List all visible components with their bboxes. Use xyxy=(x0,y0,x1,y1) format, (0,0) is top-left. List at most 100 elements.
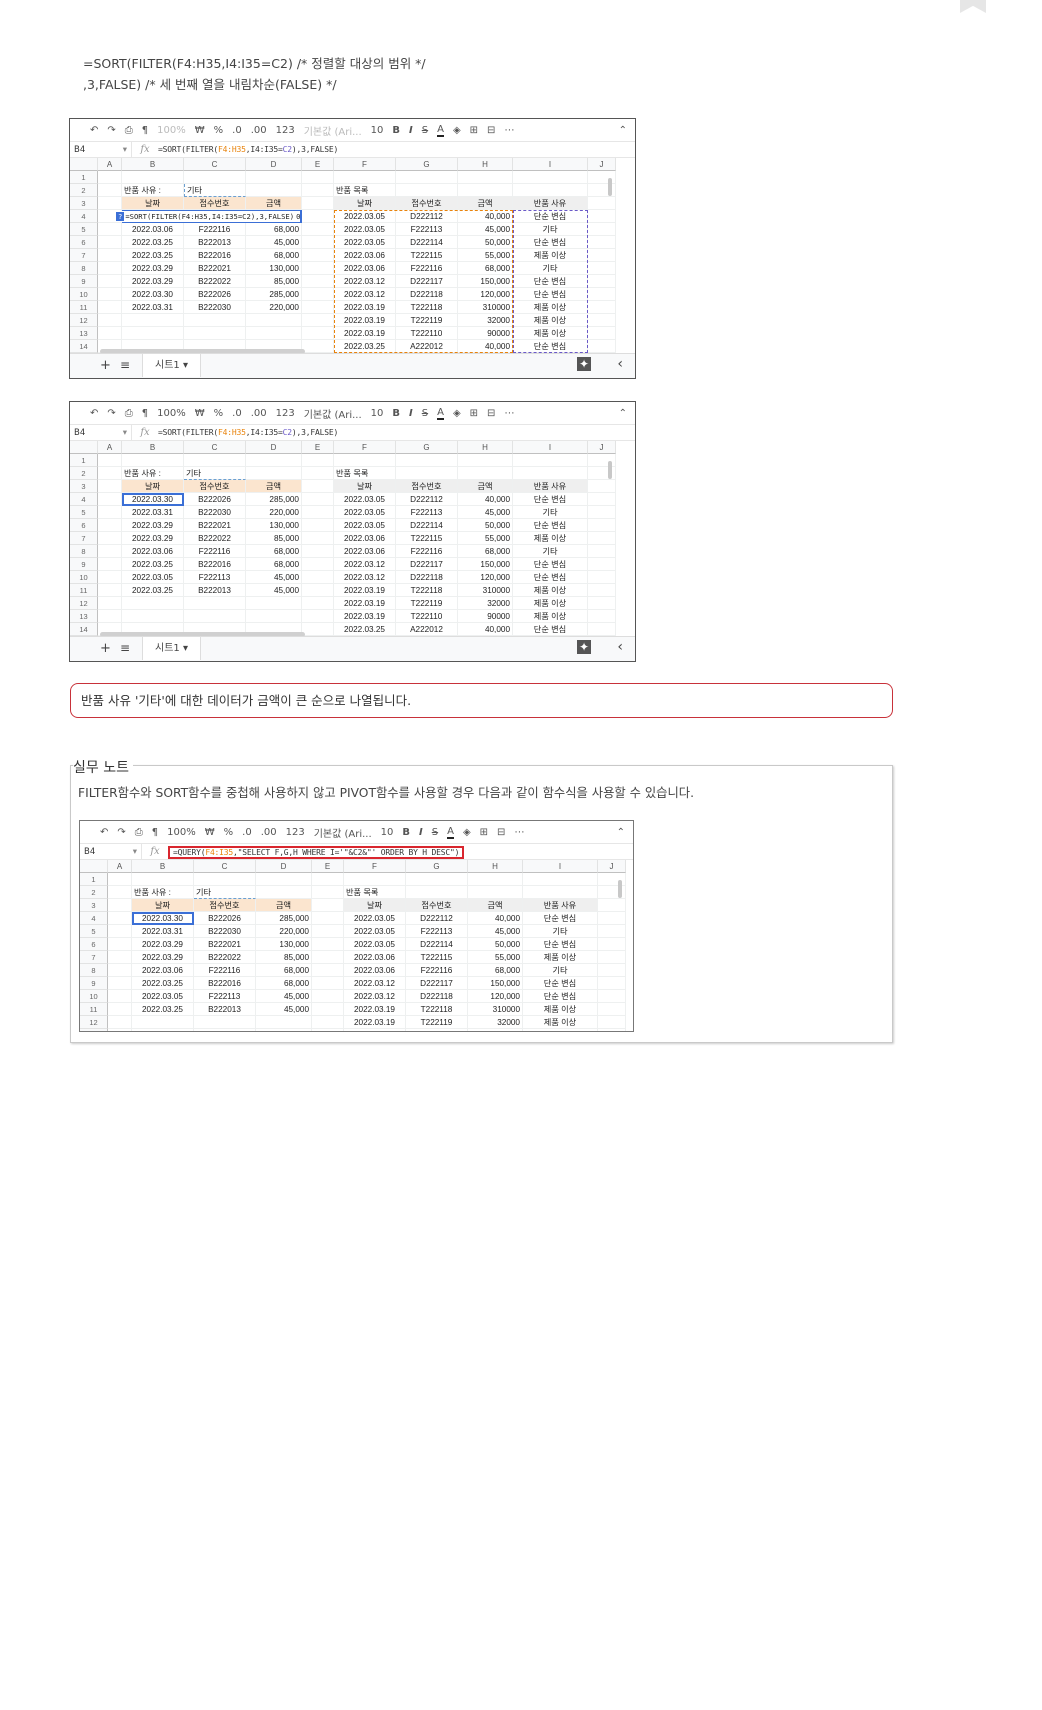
fill-color-icon[interactable]: ◈ xyxy=(453,125,461,136)
cell[interactable] xyxy=(588,314,616,327)
paint-format-icon[interactable]: ¶ xyxy=(142,408,148,419)
receipt-no-cell[interactable]: A222012 xyxy=(396,623,458,636)
receipt-no-cell[interactable]: T222115 xyxy=(406,951,468,964)
col-header[interactable]: C xyxy=(184,158,246,171)
cell[interactable] xyxy=(588,545,616,558)
date-cell[interactable]: 2022.03.19 xyxy=(344,1029,406,1031)
row-header[interactable]: 11 xyxy=(70,301,98,314)
cell[interactable] xyxy=(588,506,616,519)
cell[interactable] xyxy=(302,262,334,275)
fill-color-icon[interactable]: ◈ xyxy=(453,408,461,419)
cell[interactable] xyxy=(302,197,334,210)
row-header[interactable]: 5 xyxy=(80,925,108,938)
date-cell[interactable]: 2022.03.29 xyxy=(122,262,184,275)
amount-cell[interactable]: 45,000 xyxy=(468,925,523,938)
col-header[interactable]: E xyxy=(302,441,334,454)
row-header[interactable]: 11 xyxy=(80,1003,108,1016)
cell[interactable] xyxy=(588,610,616,623)
cell[interactable] xyxy=(588,584,616,597)
name-box[interactable]: B4 ▾ xyxy=(70,142,132,157)
row-header[interactable]: 2 xyxy=(80,886,108,899)
reason-label[interactable]: 반품 사유 : xyxy=(132,886,194,899)
bold-button[interactable]: B xyxy=(392,408,400,419)
font-size-select[interactable]: 10 xyxy=(371,125,384,136)
row-header[interactable]: 7 xyxy=(70,249,98,262)
receipt-no-cell[interactable]: D222112 xyxy=(406,912,468,925)
reason-cell[interactable]: 제품 이상 xyxy=(523,1029,598,1031)
row-header[interactable]: 7 xyxy=(70,532,98,545)
cell[interactable] xyxy=(246,610,302,623)
header-amount[interactable]: 금액 xyxy=(458,480,513,493)
cell[interactable] xyxy=(98,262,122,275)
font-size-select[interactable]: 10 xyxy=(381,827,394,838)
header-reason[interactable]: 반품 사유 xyxy=(523,899,598,912)
cell[interactable] xyxy=(312,964,344,977)
cell[interactable] xyxy=(98,171,122,184)
date-cell[interactable]: 2022.03.05 xyxy=(334,519,396,532)
header-date[interactable]: 날짜 xyxy=(334,197,396,210)
receipt-no-cell[interactable]: D222118 xyxy=(396,571,458,584)
explore-icon[interactable]: ✦ xyxy=(576,640,591,654)
receipt-no-cell[interactable]: T222110 xyxy=(406,1029,468,1031)
cell[interactable] xyxy=(588,236,616,249)
reason-cell[interactable]: 기타 xyxy=(513,545,588,558)
cell[interactable] xyxy=(184,314,246,327)
cell[interactable] xyxy=(588,249,616,262)
row-header[interactable]: 4 xyxy=(70,210,98,223)
reason-dropdown[interactable]: 기타 xyxy=(184,184,246,197)
cell[interactable] xyxy=(312,938,344,951)
zoom-select[interactable]: 100% xyxy=(157,125,186,136)
row-header[interactable]: 8 xyxy=(70,262,98,275)
amount-cell[interactable]: 90000 xyxy=(458,610,513,623)
row-header[interactable]: 14 xyxy=(70,623,98,636)
cell[interactable] xyxy=(458,184,513,197)
cell[interactable] xyxy=(302,519,334,532)
cell[interactable] xyxy=(122,610,184,623)
amount-cell[interactable]: 68,000 xyxy=(468,964,523,977)
date-cell[interactable]: 2022.03.06 xyxy=(334,532,396,545)
reason-cell[interactable]: 제품 이상 xyxy=(523,1016,598,1029)
vertical-scrollbar[interactable] xyxy=(608,178,612,196)
cell[interactable] xyxy=(302,210,334,223)
row-header[interactable]: 11 xyxy=(70,584,98,597)
all-sheets-icon[interactable]: ≡ xyxy=(120,641,130,655)
cell[interactable] xyxy=(98,236,122,249)
receipt-no-cell[interactable]: B222021 xyxy=(194,938,256,951)
cell[interactable] xyxy=(334,171,396,184)
date-cell[interactable]: 2022.03.29 xyxy=(122,275,184,288)
formula-input[interactable]: =SORT(FILTER(F4:H35,I4:I35=C2),3,FALSE) xyxy=(158,428,338,437)
amount-cell[interactable]: 45,000 xyxy=(458,506,513,519)
amount-cell[interactable]: 220,000 xyxy=(246,506,302,519)
receipt-no-cell[interactable]: B222022 xyxy=(194,951,256,964)
receipt-no-cell[interactable]: F222116 xyxy=(184,223,246,236)
cell[interactable] xyxy=(98,597,122,610)
cell[interactable] xyxy=(302,532,334,545)
row-header[interactable]: 3 xyxy=(70,480,98,493)
cell[interactable] xyxy=(312,951,344,964)
vertical-scrollbar[interactable] xyxy=(618,880,622,898)
cell[interactable] xyxy=(588,623,616,636)
cell[interactable] xyxy=(598,938,626,951)
receipt-no-cell[interactable]: B222021 xyxy=(184,262,246,275)
receipt-no-cell[interactable]: F222116 xyxy=(396,545,458,558)
reason-cell[interactable]: 단순 변심 xyxy=(523,912,598,925)
cell[interactable] xyxy=(588,301,616,314)
cell[interactable] xyxy=(302,584,334,597)
cell[interactable] xyxy=(256,1016,312,1029)
receipt-no-cell[interactable]: T222118 xyxy=(396,584,458,597)
receipt-no-cell[interactable]: B222026 xyxy=(194,912,256,925)
cell[interactable] xyxy=(302,223,334,236)
cell[interactable] xyxy=(122,314,184,327)
formula-input[interactable]: =QUERY(F4:I35,"SELECT F,G,H WHERE I='"&C… xyxy=(168,845,465,859)
amount-cell[interactable]: 40,000 xyxy=(458,623,513,636)
col-header[interactable]: E xyxy=(302,158,334,171)
reason-cell[interactable]: 단순 변심 xyxy=(523,938,598,951)
percent-button[interactable]: % xyxy=(224,827,234,838)
cell[interactable] xyxy=(98,532,122,545)
undo-icon[interactable]: ↶ xyxy=(90,125,98,136)
cell[interactable] xyxy=(312,873,344,886)
cell[interactable] xyxy=(588,597,616,610)
reason-cell[interactable]: 단순 변심 xyxy=(513,571,588,584)
amount-cell[interactable]: 90000 xyxy=(468,1029,523,1031)
cell[interactable] xyxy=(588,210,616,223)
